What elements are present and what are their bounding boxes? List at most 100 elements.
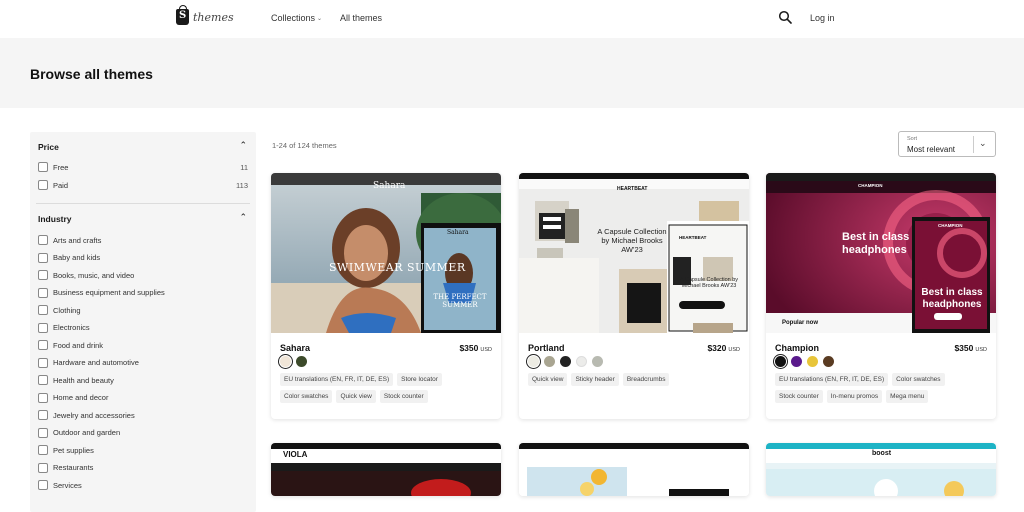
checkbox[interactable]: [38, 427, 48, 438]
price-value: $320: [707, 343, 727, 353]
color-swatch[interactable]: [791, 356, 802, 367]
preview-footer-label: Popular now: [782, 320, 818, 326]
nav-collections[interactable]: Collections ⌄: [271, 13, 322, 23]
checkbox[interactable]: [38, 162, 48, 172]
color-swatch[interactable]: [544, 356, 555, 367]
checkbox[interactable]: [38, 445, 48, 455]
filter-option-count: 113: [236, 180, 248, 190]
theme-card-champion[interactable]: CHAMPION Best in class headphones CHAMPI…: [766, 173, 996, 419]
filter-option-label: Arts and crafts: [53, 235, 102, 245]
shopify-themes-logo[interactable]: themes: [176, 5, 234, 25]
checkbox[interactable]: [38, 180, 48, 190]
shopify-bag-icon: [176, 5, 189, 25]
checkbox[interactable]: [38, 462, 48, 473]
preview-brand: Sahara: [373, 181, 406, 191]
color-swatch[interactable]: [807, 356, 818, 367]
filter-option-industry[interactable]: Electronics: [38, 322, 248, 334]
checkbox[interactable]: [38, 410, 48, 420]
preview-mobile-headline: Best in class headphones: [921, 287, 983, 310]
theme-preview-image[interactable]: Sahara SWIMWEAR SUMMER Sahara THE PERFEC…: [271, 173, 501, 333]
filter-option-label: Home and decor: [53, 393, 109, 402]
checkbox[interactable]: [38, 235, 48, 245]
checkbox[interactable]: [38, 375, 48, 385]
theme-card-sahara[interactable]: Sahara SWIMWEAR SUMMER Sahara THE PERFEC…: [271, 173, 501, 419]
preview-headline: Best in class headphones: [842, 231, 910, 256]
preview-brand: boost: [872, 450, 892, 457]
theme-preview-image[interactable]: CHAMPION Best in class headphones CHAMPI…: [766, 173, 996, 333]
filter-option-industry[interactable]: Food and drink: [38, 339, 248, 351]
login-link[interactable]: Log in: [810, 13, 835, 23]
sort-select[interactable]: Sort Most relevant ⌄: [898, 131, 996, 157]
theme-preview-image[interactable]: boost: [766, 443, 996, 496]
filter-option-industry[interactable]: Business equipment and supplies: [38, 287, 248, 299]
theme-preview-image[interactable]: HEARTBEAT A Capsule Collection by Michae…: [519, 173, 749, 333]
nav-collections-label: Collections: [271, 13, 316, 23]
theme-name[interactable]: Champion: [775, 343, 819, 353]
theme-card-viola[interactable]: VIOLA: [271, 443, 501, 496]
checkbox[interactable]: [38, 305, 48, 315]
color-swatch[interactable]: [560, 356, 571, 367]
color-swatch[interactable]: [823, 356, 834, 367]
checkbox[interactable]: [38, 287, 48, 298]
filter-option-label: Baby and kids: [53, 253, 101, 262]
theme-preview-image[interactable]: VIOLA: [271, 443, 501, 496]
theme-card-cafe[interactable]: [519, 443, 749, 496]
checkbox[interactable]: [38, 340, 48, 350]
color-swatch[interactable]: [775, 356, 786, 367]
filter-option-industry[interactable]: Pet supplies: [38, 444, 248, 456]
color-swatches: [775, 356, 834, 367]
theme-name[interactable]: Sahara: [280, 343, 310, 353]
color-swatch[interactable]: [296, 356, 307, 367]
sort-label: Sort: [907, 136, 918, 142]
filter-option-industry[interactable]: Books, music, and video: [38, 269, 248, 281]
theme-card-portland[interactable]: HEARTBEAT A Capsule Collection by Michae…: [519, 173, 749, 419]
filter-option-label: Restaurants: [53, 463, 94, 472]
theme-card-boost[interactable]: boost: [766, 443, 996, 496]
checkbox[interactable]: [38, 392, 48, 403]
filter-option-industry[interactable]: Baby and kids: [38, 252, 248, 264]
color-swatches: [280, 356, 307, 367]
filter-option-industry[interactable]: Home and decor: [38, 392, 248, 404]
filter-option-label: Food and drink: [53, 340, 104, 350]
preview-headline: A Capsule Collection by Michael Brooks A…: [597, 227, 667, 254]
filter-group-price-title[interactable]: Price: [38, 142, 59, 152]
chevron-up-icon[interactable]: ⌃: [239, 212, 247, 223]
filter-option-industry[interactable]: Services: [38, 479, 248, 491]
price-value: $350: [954, 343, 974, 353]
chevron-down-icon: ⌄: [979, 138, 987, 148]
feature-tag: Color swatches: [892, 373, 945, 386]
filter-option-industry[interactable]: Jewelry and accessories: [38, 409, 248, 421]
checkbox[interactable]: [38, 322, 48, 333]
checkbox[interactable]: [38, 270, 48, 280]
page-title: Browse all themes: [30, 66, 153, 82]
filter-option-free[interactable]: Free 11: [38, 161, 248, 173]
price-currency: USD: [480, 347, 492, 353]
filter-option-industry[interactable]: Outdoor and garden: [38, 427, 248, 439]
theme-name[interactable]: Portland: [528, 343, 565, 353]
preview-headline: SWIMWEAR SUMMER: [329, 261, 466, 274]
color-swatch[interactable]: [528, 356, 539, 367]
filter-option-industry[interactable]: Arts and crafts: [38, 234, 248, 246]
chevron-up-icon[interactable]: ⌃: [239, 140, 247, 151]
filter-group-industry-title[interactable]: Industry: [38, 214, 72, 224]
color-swatch[interactable]: [592, 356, 603, 367]
search-icon[interactable]: [778, 10, 792, 24]
filter-option-paid[interactable]: Paid 113: [38, 179, 248, 191]
filter-option-industry[interactable]: Clothing: [38, 304, 248, 316]
feature-tag: Store locator: [397, 373, 442, 386]
filter-option-industry[interactable]: Hardware and automotive: [38, 357, 248, 369]
color-swatch[interactable]: [576, 356, 587, 367]
filter-option-industry[interactable]: Health and beauty: [38, 374, 248, 386]
filter-option-industry[interactable]: Restaurants: [38, 462, 248, 474]
top-bar: themes Collections ⌄ All themes Log in: [0, 0, 1024, 38]
feature-tag: Mega menu: [886, 390, 929, 403]
checkbox[interactable]: [38, 480, 48, 490]
checkbox[interactable]: [38, 252, 48, 263]
preview-mobile-headline: A Capsule Collection by Michael Brooks A…: [679, 277, 739, 289]
checkbox[interactable]: [38, 357, 48, 368]
nav-all-themes[interactable]: All themes: [340, 13, 382, 23]
filter-option-label: Outdoor and garden: [53, 428, 121, 437]
feature-tags: EU translations (EN, FR, IT, DE, ES) Sto…: [280, 373, 495, 403]
theme-preview-image[interactable]: [519, 443, 749, 496]
color-swatch[interactable]: [280, 356, 291, 367]
